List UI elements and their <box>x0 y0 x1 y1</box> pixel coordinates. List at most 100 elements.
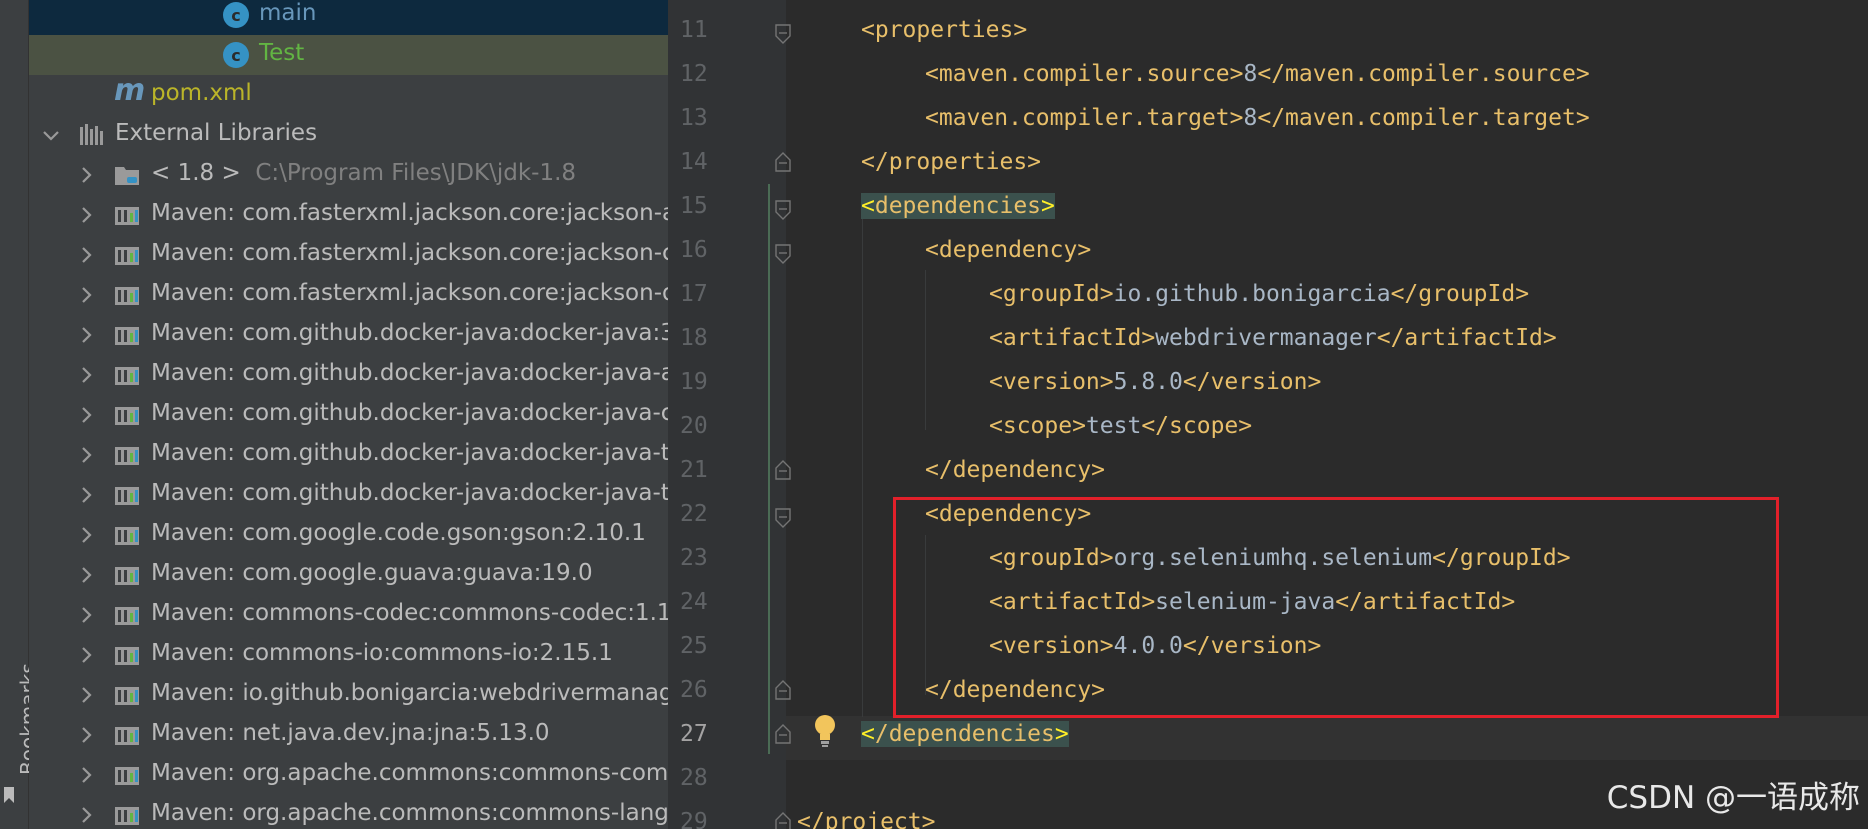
tree-item-library[interactable]: Maven: com.fasterxml.jackson.core:jackso… <box>29 235 668 275</box>
tree-item-jdk[interactable]: < 1.8 > C:\Program Files\JDK\jdk-1.8 <box>29 155 668 195</box>
fold-open-icon[interactable] <box>775 508 791 528</box>
bookmark-icon[interactable] <box>2 786 16 804</box>
line-number: 26 <box>680 677 708 703</box>
tree-item-label: External Libraries <box>115 120 318 146</box>
chevron-right-icon[interactable] <box>77 363 97 387</box>
xml-tag: </properties> <box>861 149 1042 175</box>
library-icon <box>115 807 139 825</box>
lightbulb-icon[interactable] <box>812 714 838 748</box>
chevron-right-icon[interactable] <box>77 603 97 627</box>
code-line[interactable]: </properties> <box>861 149 1041 175</box>
line-number: 18 <box>680 325 708 351</box>
library-icon <box>115 767 139 785</box>
fold-close-icon[interactable] <box>775 812 791 829</box>
maven-file-icon: m <box>114 73 146 108</box>
fold-close-icon[interactable] <box>775 680 791 700</box>
tree-item-library[interactable]: Maven: com.github.docker-java:docker-jav… <box>29 395 668 435</box>
chevron-right-icon[interactable] <box>77 243 97 267</box>
xml-text: io.github.bonigarcia <box>1113 281 1391 307</box>
line-number: 15 <box>680 193 708 219</box>
fold-open-icon[interactable] <box>775 200 791 220</box>
tree-item-library[interactable]: Maven: org.apache.commons:commons-lang <box>29 795 668 829</box>
tree-item-label: pom.xml <box>151 80 252 106</box>
tree-item-library[interactable]: Maven: commons-codec:commons-codec:1.1 <box>29 595 668 635</box>
tree-item-label: Maven: com.google.guava:guava:19.0 <box>151 560 593 586</box>
tree-item-library[interactable]: Maven: com.google.code.gson:gson:2.10.1 <box>29 515 668 555</box>
library-icon <box>115 367 139 385</box>
code-line[interactable]: <scope>test</scope> <box>989 413 1252 439</box>
fold-close-icon[interactable] <box>775 724 791 744</box>
tree-item-library[interactable]: Maven: com.github.docker-java:docker-jav… <box>29 355 668 395</box>
chevron-right-icon[interactable] <box>77 803 97 827</box>
tree-item-main[interactable]: c main <box>29 0 668 35</box>
code-line[interactable]: </dependencies> <box>861 721 1069 747</box>
chevron-right-icon[interactable] <box>77 203 97 227</box>
tree-item-library[interactable]: Maven: com.google.guava:guava:19.0 <box>29 555 668 595</box>
chevron-right-icon[interactable] <box>77 763 97 787</box>
chevron-right-icon[interactable] <box>77 563 97 587</box>
line-number-current: 27 <box>680 721 708 747</box>
code-line[interactable]: <dependency> <box>925 237 1091 263</box>
line-number: 20 <box>680 413 708 439</box>
fold-open-icon[interactable] <box>775 244 791 264</box>
chevron-down-icon[interactable] <box>41 123 61 147</box>
code-line[interactable]: <maven.compiler.source>8</maven.compiler… <box>925 61 1590 87</box>
tree-item-library[interactable]: Maven: io.github.bonigarcia:webdriverman… <box>29 675 668 715</box>
chevron-right-icon[interactable] <box>77 403 97 427</box>
chevron-right-icon[interactable] <box>77 163 97 187</box>
fold-close-icon[interactable] <box>775 460 791 480</box>
tree-item-library[interactable]: Maven: com.fasterxml.jackson.core:jackso… <box>29 195 668 235</box>
code-line[interactable]: </dependency> <box>925 457 1105 483</box>
xml-tag: <groupId> <box>989 281 1114 307</box>
tree-item-external-libraries[interactable]: External Libraries <box>29 115 668 155</box>
tree-item-library[interactable]: Maven: com.github.docker-java:docker-jav… <box>29 475 668 515</box>
line-number: 14 <box>680 149 708 175</box>
chevron-right-icon[interactable] <box>77 723 97 747</box>
line-number: 16 <box>680 237 708 263</box>
fold-close-icon[interactable] <box>775 152 791 172</box>
tree-item-label: Maven: com.github.docker-java:docker-jav… <box>151 320 668 346</box>
chevron-right-icon[interactable] <box>77 523 97 547</box>
code-editor[interactable]: 11 12 13 14 15 16 17 18 19 20 21 22 23 2… <box>668 0 1868 829</box>
line-number: 23 <box>680 545 708 571</box>
library-icon <box>115 687 139 705</box>
code-line[interactable]: <version>5.8.0</version> <box>989 369 1321 395</box>
tree-item-label: Maven: com.github.docker-java:docker-jav… <box>151 480 668 506</box>
code-line[interactable]: <properties> <box>861 17 1027 43</box>
code-line[interactable]: <artifactId>webdrivermanager</artifactId… <box>989 325 1557 351</box>
tree-item-library[interactable]: Maven: com.github.docker-java:docker-jav… <box>29 435 668 475</box>
tree-item-library[interactable]: Maven: org.apache.commons:commons-com <box>29 755 668 795</box>
tree-item-label: Maven: com.github.docker-java:docker-jav… <box>151 360 668 386</box>
xml-tag: <scope> <box>989 413 1086 439</box>
tree-item-library[interactable]: Maven: net.java.dev.jna:jna:5.13.0 <box>29 715 668 755</box>
tree-item-label: Maven: com.github.docker-java:docker-jav… <box>151 400 668 426</box>
tree-item-library[interactable]: Maven: commons-io:commons-io:2.15.1 <box>29 635 668 675</box>
code-line[interactable]: </project> <box>797 809 935 829</box>
chevron-right-icon[interactable] <box>77 443 97 467</box>
xml-text: webdrivermanager <box>1155 325 1377 351</box>
chevron-right-icon[interactable] <box>77 283 97 307</box>
chevron-right-icon[interactable] <box>77 643 97 667</box>
tree-item-pom-xml[interactable]: m pom.xml <box>29 75 668 115</box>
xml-tag: </maven.compiler.target> <box>1257 105 1590 131</box>
code-line[interactable]: <groupId>io.github.bonigarcia</groupId> <box>989 281 1529 307</box>
code-line[interactable]: <maven.compiler.target>8</maven.compiler… <box>925 105 1590 131</box>
project-tree-panel: c main c Test m pom.xml External Librari… <box>29 0 668 829</box>
xml-text: 5.8.0 <box>1113 369 1183 395</box>
xml-tag-matched: <dependencies> <box>861 193 1055 219</box>
chevron-right-icon[interactable] <box>77 683 97 707</box>
chevron-right-icon[interactable] <box>77 483 97 507</box>
xml-tag: </maven.compiler.source> <box>1257 61 1590 87</box>
vcs-change-marker[interactable] <box>768 184 770 754</box>
library-icon <box>115 527 139 545</box>
library-icon <box>115 247 139 265</box>
current-line-highlight <box>668 716 1868 760</box>
tree-item-library[interactable]: Maven: com.github.docker-java:docker-jav… <box>29 315 668 355</box>
chevron-right-icon[interactable] <box>77 323 97 347</box>
tree-item-test[interactable]: c Test <box>29 35 668 75</box>
code-line[interactable]: <dependencies> <box>861 193 1055 219</box>
tree-item-label: Maven: net.java.dev.jna:jna:5.13.0 <box>151 720 550 746</box>
tree-item-library[interactable]: Maven: com.fasterxml.jackson.core:jackso… <box>29 275 668 315</box>
fold-open-icon[interactable] <box>775 24 791 44</box>
line-number: 17 <box>680 281 708 307</box>
